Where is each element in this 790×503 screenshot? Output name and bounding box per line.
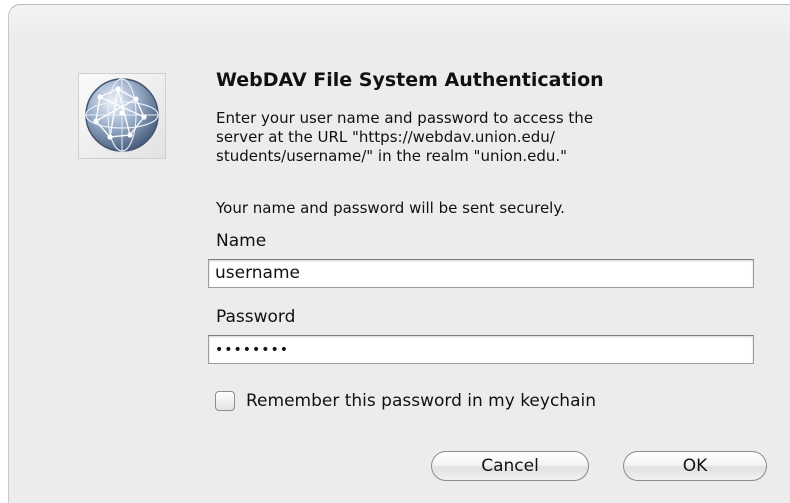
remember-password-checkbox[interactable] [215,391,235,411]
dialog-message: Enter your user name and password to acc… [216,109,756,166]
name-label: Name [216,231,267,251]
name-field[interactable]: username [208,259,754,288]
cancel-button[interactable]: Cancel [431,451,589,481]
remember-password-label: Remember this password in my keychain [246,391,596,411]
secure-note: Your name and password will be sent secu… [216,199,565,217]
globe-graphic [85,78,159,152]
password-field[interactable]: •••••••• [208,335,754,364]
password-label: Password [216,307,296,327]
message-line: server at the URL "https://webdav.union.… [216,128,555,146]
authentication-dialog: WebDAV File System Authentication Enter … [8,4,790,503]
remember-password-option[interactable]: Remember this password in my keychain [215,389,596,413]
ok-button[interactable]: OK [623,451,767,481]
network-globe-icon [72,65,172,165]
dialog-title: WebDAV File System Authentication [216,69,604,91]
message-line: Enter your user name and password to acc… [216,109,594,127]
message-line: students/username/" in the realm "union.… [216,147,568,165]
